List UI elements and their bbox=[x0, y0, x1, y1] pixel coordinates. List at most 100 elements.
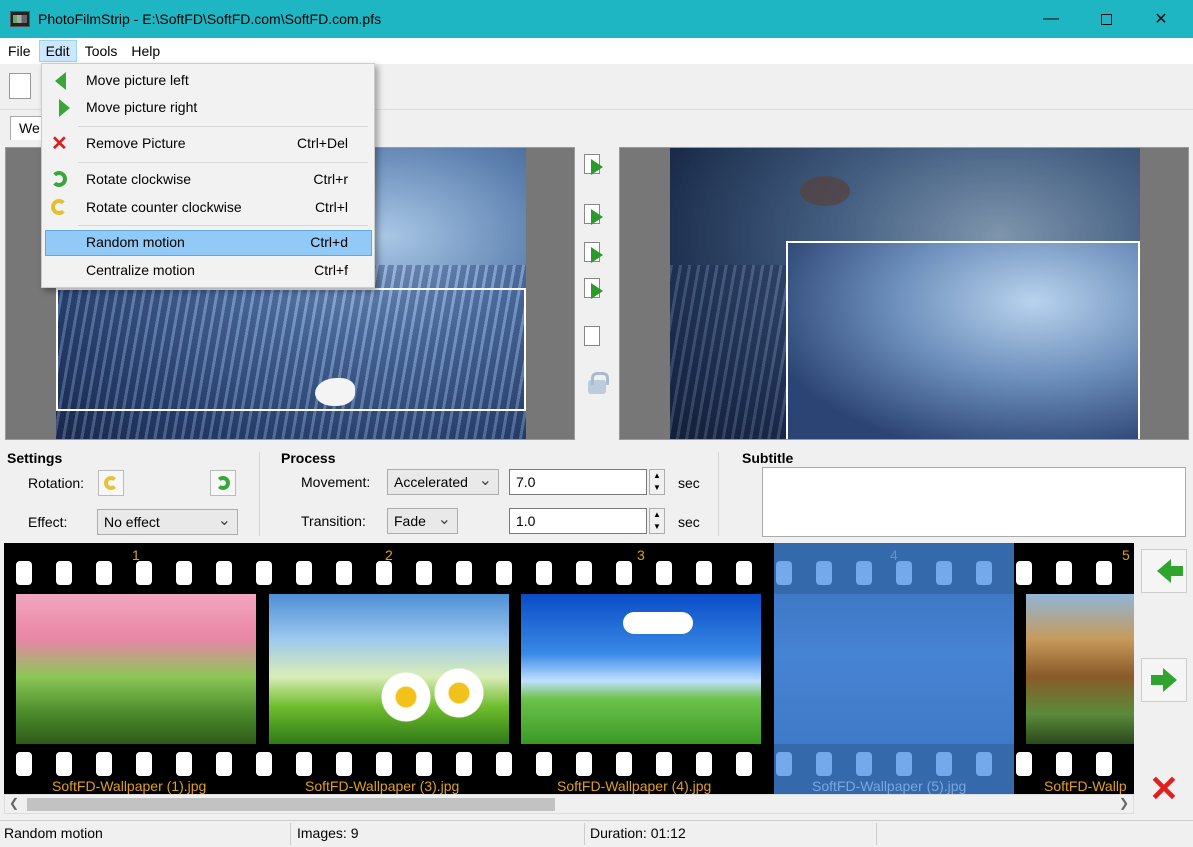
scrollbar-thumb[interactable] bbox=[27, 798, 555, 811]
filmstrip[interactable]: 1 SoftFD-Wallpaper (1).jpg 2 SoftFD-Wall… bbox=[4, 543, 1134, 794]
close-button[interactable]: ✕ bbox=[1138, 0, 1184, 38]
motion-random-button[interactable] bbox=[582, 150, 610, 176]
frame-number: 2 bbox=[385, 547, 393, 563]
frame-number: 3 bbox=[637, 547, 645, 563]
menu-separator bbox=[78, 225, 368, 226]
divider bbox=[290, 823, 291, 845]
lock-button[interactable] bbox=[582, 372, 610, 398]
start-motion-frame[interactable] bbox=[56, 288, 526, 411]
effect-label: Effect: bbox=[28, 514, 68, 530]
transition-duration-input[interactable]: 1.0 bbox=[509, 508, 647, 534]
title-bar: PhotoFilmStrip - E:\SoftFD\SoftFD.com\So… bbox=[0, 0, 1193, 38]
movement-duration-input[interactable]: 7.0 bbox=[509, 469, 647, 495]
swap-motion-button[interactable] bbox=[582, 274, 610, 300]
menu-item-move-picture-right[interactable]: Move picture right bbox=[45, 95, 372, 121]
subtitle-heading: Subtitle bbox=[742, 450, 794, 466]
divider bbox=[876, 823, 877, 845]
settings-heading: Settings bbox=[7, 450, 63, 466]
window-title: PhotoFilmStrip - E:\SoftFD\SoftFD.com\So… bbox=[38, 11, 382, 27]
filmstrip-frame-2[interactable]: 2 SoftFD-Wallpaper (3).jpg bbox=[263, 543, 515, 794]
menu-bar: File Edit Tools Help bbox=[0, 38, 1193, 64]
selection-highlight bbox=[774, 543, 1014, 794]
thumbnail-image bbox=[1026, 594, 1134, 744]
divider bbox=[718, 452, 719, 536]
edit-menu-dropdown: Move picture left Move picture right ✕ R… bbox=[41, 63, 375, 288]
arrow-right-icon bbox=[1151, 668, 1177, 692]
arrow-icon bbox=[591, 283, 603, 299]
status-images: Images: 9 bbox=[297, 825, 359, 841]
arrow-left-icon bbox=[51, 72, 71, 90]
status-message: Random motion bbox=[4, 825, 103, 841]
menu-tools[interactable]: Tools bbox=[79, 40, 124, 62]
transition-select[interactable]: Fade bbox=[387, 508, 458, 534]
divider bbox=[584, 823, 585, 845]
rotate-clockwise-icon bbox=[216, 476, 230, 490]
scroll-left-icon[interactable]: ❮ bbox=[9, 796, 19, 810]
app-icon bbox=[10, 11, 30, 27]
menu-separator bbox=[78, 126, 368, 127]
menu-item-rotate-counter-clockwise[interactable]: Rotate counter clockwise Ctrl+l bbox=[45, 195, 372, 221]
rotation-label: Rotation: bbox=[28, 475, 85, 491]
remove-picture-button[interactable]: ✕ bbox=[1141, 767, 1187, 811]
center-motion-button[interactable] bbox=[582, 322, 610, 348]
status-bar: Random motion Images: 9 Duration: 01:12 bbox=[0, 820, 1193, 847]
scroll-right-icon[interactable]: ❯ bbox=[1119, 796, 1129, 810]
filmstrip-frame-3[interactable]: 3 SoftFD-Wallpaper (4).jpg bbox=[515, 543, 767, 794]
frame-number: 1 bbox=[132, 547, 140, 563]
transition-duration-stepper[interactable]: ▲ ▼ bbox=[649, 508, 665, 534]
menu-file[interactable]: File bbox=[2, 40, 37, 62]
menu-item-move-picture-left[interactable]: Move picture left bbox=[45, 68, 372, 94]
menu-item-rotate-clockwise[interactable]: Rotate clockwise Ctrl+r bbox=[45, 167, 372, 193]
menu-help[interactable]: Help bbox=[125, 40, 166, 62]
end-motion-frame[interactable] bbox=[786, 241, 1140, 439]
transition-label: Transition: bbox=[301, 513, 366, 529]
thumbnail-image bbox=[269, 594, 509, 744]
rotate-counter-clockwise-icon bbox=[51, 199, 71, 217]
arrow-icon bbox=[591, 247, 603, 263]
bird-graphic bbox=[800, 176, 850, 206]
image-preview-right[interactable] bbox=[619, 147, 1189, 440]
filmstrip-frame-5[interactable]: 5 SoftFD-Wallp bbox=[1020, 543, 1134, 794]
menu-item-remove-picture[interactable]: ✕ Remove Picture Ctrl+Del bbox=[45, 131, 372, 157]
filmstrip-frame-1[interactable]: 1 SoftFD-Wallpaper (1).jpg bbox=[10, 543, 262, 794]
remove-icon: ✕ bbox=[51, 133, 68, 155]
divider bbox=[259, 452, 260, 536]
menu-separator bbox=[78, 162, 368, 163]
thumbnail-image bbox=[521, 594, 761, 744]
remove-icon: ✕ bbox=[1148, 768, 1180, 809]
arrow-icon bbox=[591, 209, 603, 225]
filmstrip-frame-4[interactable]: 4 SoftFD-Wallpaper (5).jpg bbox=[774, 543, 1026, 794]
maximize-icon bbox=[1100, 13, 1112, 25]
movement-duration-stepper[interactable]: ▲ ▼ bbox=[649, 469, 665, 495]
rotate-left-button[interactable] bbox=[98, 470, 124, 496]
set-end-to-start-button[interactable] bbox=[582, 200, 610, 226]
menu-item-centralize-motion[interactable]: Centralize motion Ctrl+f bbox=[45, 258, 372, 284]
movement-unit-label: sec bbox=[678, 475, 700, 491]
lock-icon bbox=[588, 372, 609, 394]
effect-select[interactable]: No effect bbox=[97, 509, 238, 535]
move-right-button[interactable] bbox=[1141, 658, 1187, 702]
frame-caption: SoftFD-Wallp bbox=[1044, 778, 1127, 794]
cloud-graphic bbox=[623, 612, 693, 634]
new-project-button[interactable] bbox=[9, 73, 31, 99]
motion-tools bbox=[578, 150, 616, 440]
menu-item-random-motion[interactable]: Random motion Ctrl+d bbox=[45, 230, 372, 256]
filmstrip-scrollbar[interactable]: ❮ ❯ bbox=[4, 794, 1134, 814]
frame-number: 5 bbox=[1122, 547, 1130, 563]
daisy-graphic bbox=[434, 668, 484, 718]
maximize-button[interactable] bbox=[1083, 0, 1129, 38]
frame-caption: SoftFD-Wallpaper (4).jpg bbox=[557, 778, 712, 794]
status-duration: Duration: 01:12 bbox=[590, 825, 686, 841]
movement-select[interactable]: Accelerated bbox=[387, 469, 499, 495]
movement-label: Movement: bbox=[301, 474, 371, 490]
arrow-right-icon bbox=[51, 99, 71, 117]
rotate-counter-clockwise-icon bbox=[104, 476, 118, 490]
subtitle-textarea[interactable] bbox=[762, 467, 1186, 537]
move-left-button[interactable] bbox=[1141, 549, 1187, 593]
arrow-icon bbox=[591, 159, 603, 175]
minimize-button[interactable]: — bbox=[1028, 0, 1074, 38]
set-start-to-end-button[interactable] bbox=[582, 238, 610, 264]
rotate-right-button[interactable] bbox=[210, 470, 236, 496]
daisy-graphic bbox=[381, 672, 431, 722]
menu-edit[interactable]: Edit bbox=[38, 40, 77, 62]
